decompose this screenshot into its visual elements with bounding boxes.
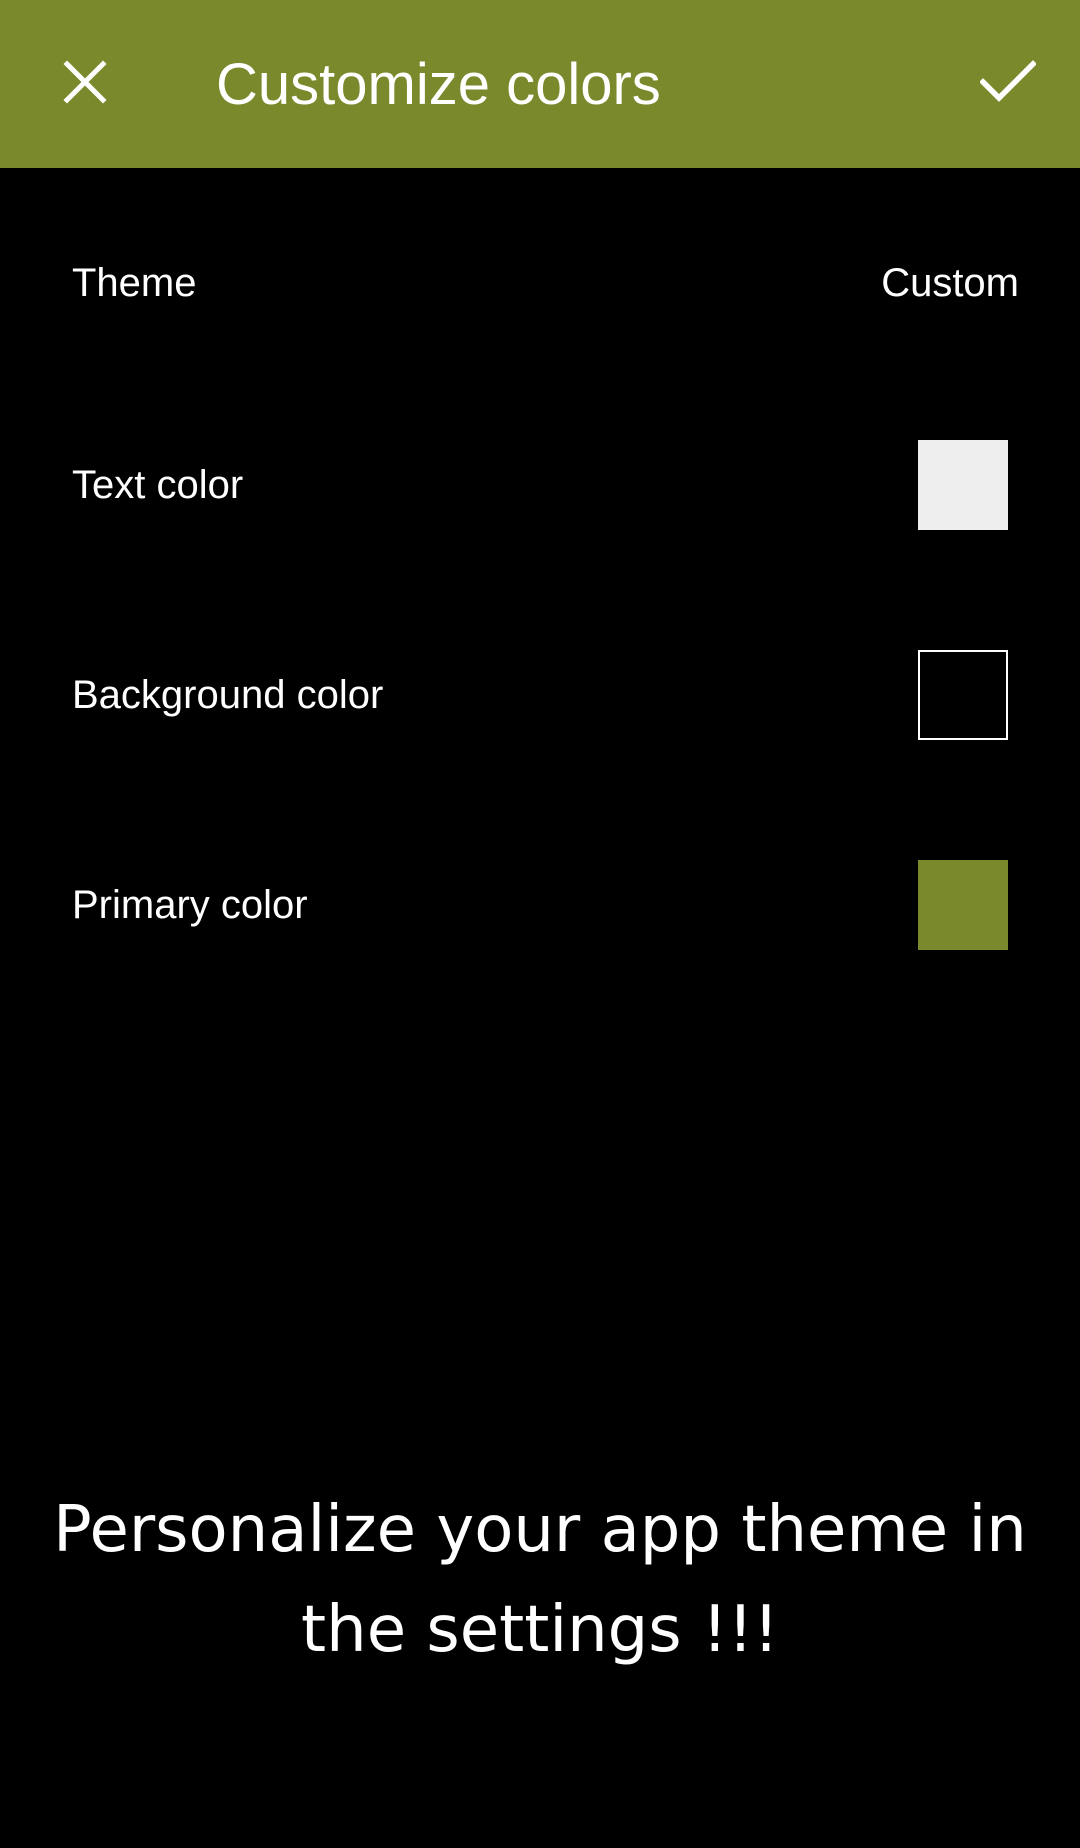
promo-text: Personalize your app theme in the settin… — [53, 1493, 1027, 1667]
close-button[interactable] — [35, 34, 135, 134]
check-icon — [979, 59, 1037, 109]
close-icon — [63, 59, 107, 109]
primary-color-label: Primary color — [72, 883, 308, 927]
page-title: Customize colors — [216, 52, 661, 117]
theme-value: Custom — [881, 261, 1019, 305]
primary-color-swatch[interactable] — [918, 860, 1008, 950]
theme-setting[interactable]: Theme Custom — [0, 198, 1080, 368]
background-color-setting[interactable]: Background color — [0, 610, 1080, 780]
theme-label: Theme — [72, 261, 197, 305]
text-color-label: Text color — [72, 463, 244, 507]
customize-colors-screen: Customize colors Theme Custom Text color… — [0, 0, 1080, 1848]
background-color-label: Background color — [72, 673, 384, 717]
text-color-setting[interactable]: Text color — [0, 400, 1080, 570]
text-color-swatch[interactable] — [918, 440, 1008, 530]
primary-color-setting[interactable]: Primary color — [0, 820, 1080, 990]
background-color-swatch[interactable] — [918, 650, 1008, 740]
confirm-button[interactable] — [958, 34, 1058, 134]
app-bar: Customize colors — [0, 0, 1080, 168]
